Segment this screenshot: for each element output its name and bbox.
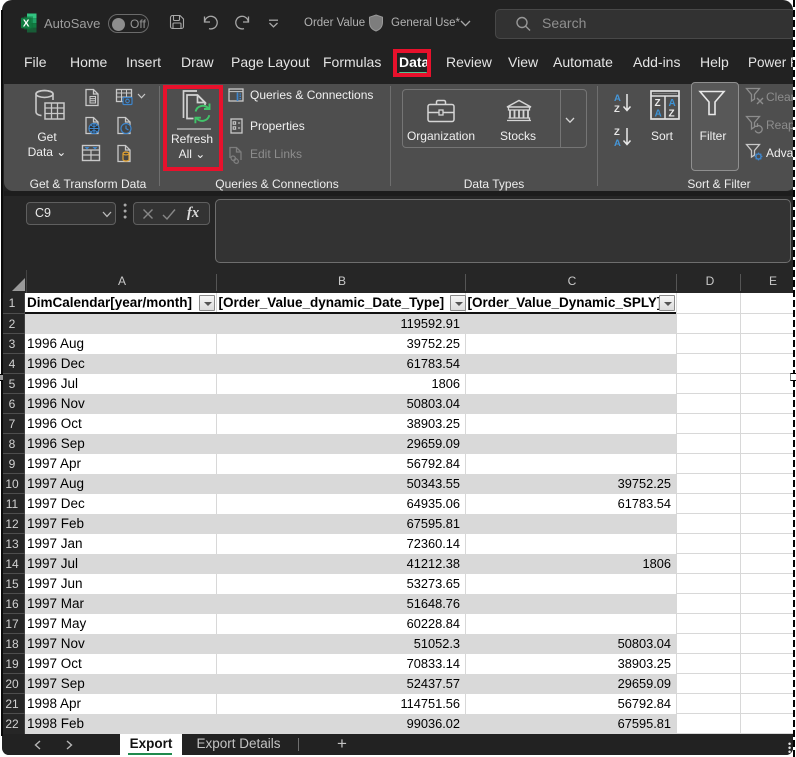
svg-text:A: A — [614, 93, 621, 104]
svg-text:A: A — [614, 138, 621, 149]
svg-text:X: X — [23, 19, 30, 30]
svg-text:Z: Z — [614, 127, 620, 138]
svg-text:A: A — [655, 109, 662, 120]
svg-text:Z: Z — [669, 109, 675, 120]
svg-text:A: A — [669, 98, 676, 109]
svg-text:Z: Z — [655, 98, 661, 109]
svg-text:Z: Z — [614, 104, 620, 115]
